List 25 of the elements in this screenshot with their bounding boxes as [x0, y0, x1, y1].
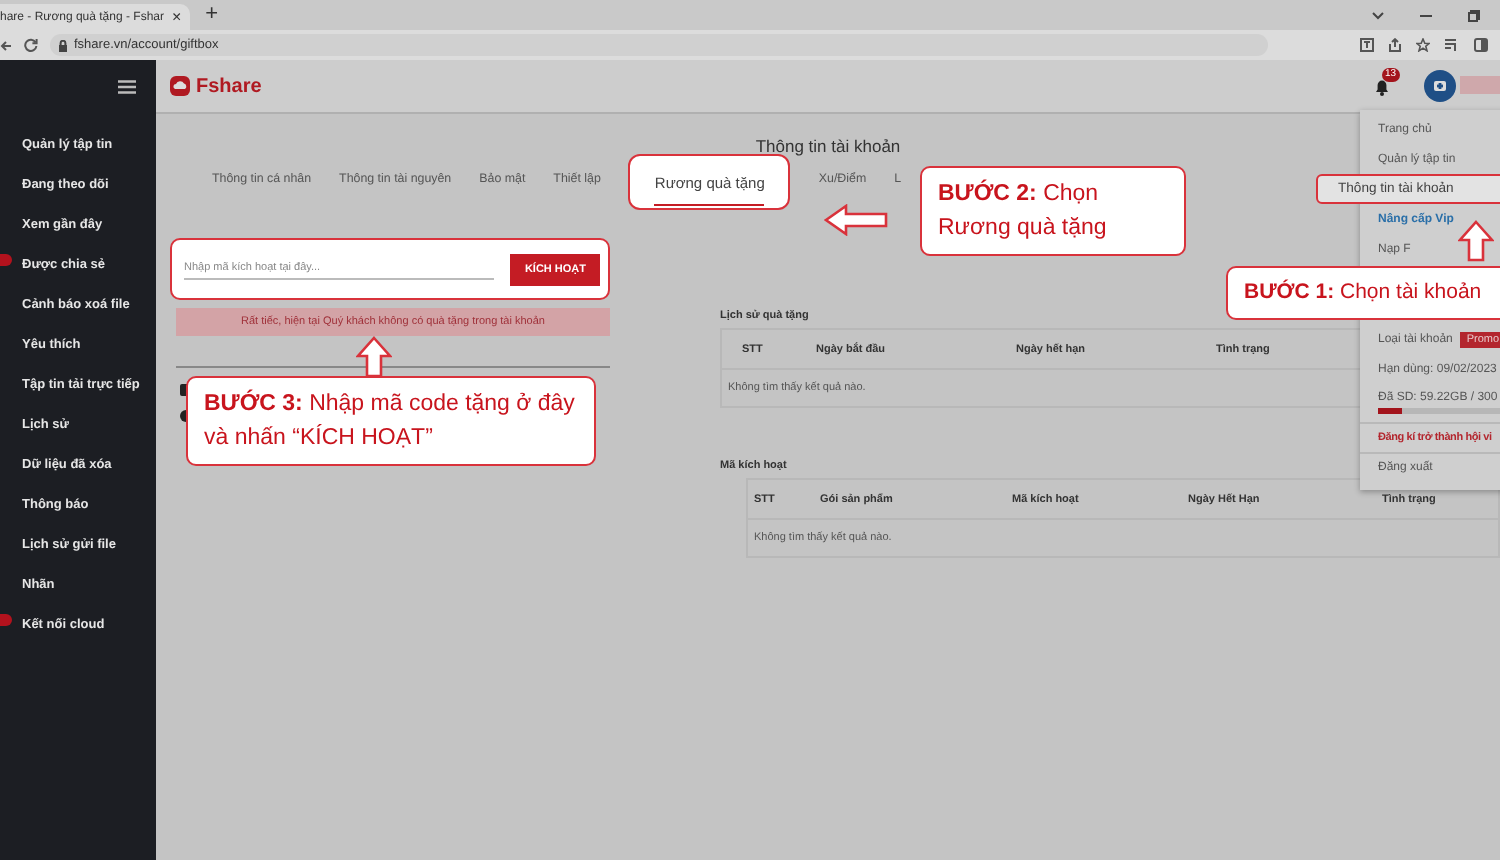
up-arrow-icon [356, 336, 392, 378]
reload-icon[interactable] [24, 38, 38, 52]
step-callout: BƯỚC 2: Chọn Rương quà tặng [920, 166, 1186, 257]
back-arrow-icon[interactable] [0, 39, 12, 51]
chevron-down-icon[interactable] [1372, 11, 1384, 19]
left-arrow-icon [824, 204, 888, 236]
share-icon[interactable] [1388, 38, 1402, 52]
star-icon[interactable] [1416, 38, 1430, 52]
menu-icon[interactable] [118, 80, 136, 94]
bell-icon[interactable] [1374, 77, 1390, 95]
step-callout: BƯỚC 1: Chọn tài khoản [1226, 266, 1500, 321]
tab-close-button[interactable]: × [172, 9, 182, 25]
side-panel-icon[interactable] [1474, 38, 1488, 52]
restore-icon[interactable] [1468, 9, 1480, 21]
step-callout: BƯỚC 3: Nhập mã code tặng ở đây và nhấn “KÍCH HOẠT” [186, 376, 596, 467]
new-tab-button[interactable]: + [205, 4, 219, 30]
logo-text: Fshare [196, 75, 262, 97]
translate-icon[interactable] [1360, 38, 1374, 52]
page-title: Thông tin tài khoản [755, 136, 901, 156]
up-arrow-icon [1458, 220, 1494, 262]
avatar-icon[interactable] [1420, 70, 1460, 102]
cloud-logo-icon [170, 76, 190, 96]
lock-icon [58, 39, 68, 51]
media-icon[interactable] [1444, 38, 1460, 52]
minimize-icon[interactable] [1420, 13, 1432, 17]
